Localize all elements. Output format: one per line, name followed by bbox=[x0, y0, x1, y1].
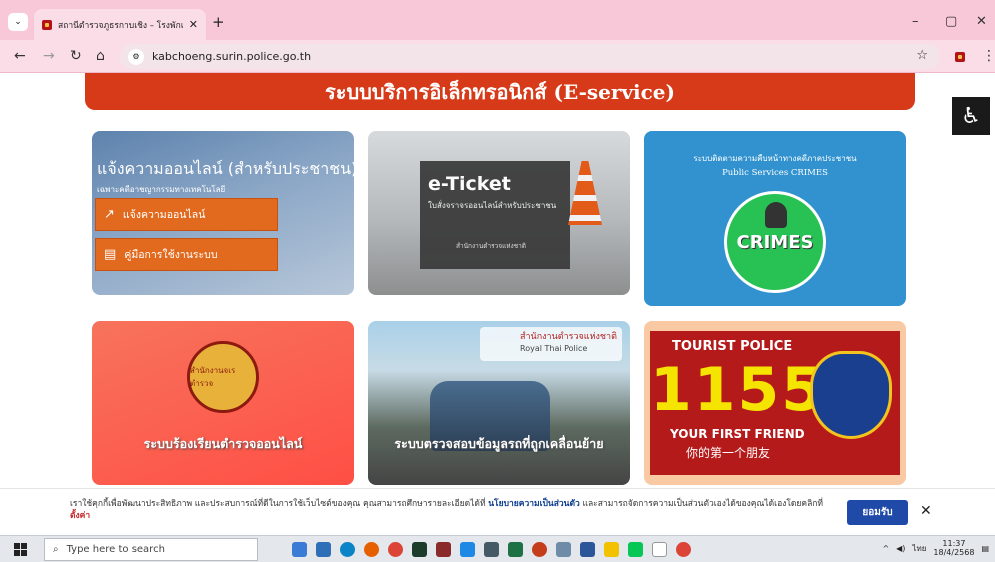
privacy-policy-link[interactable]: นโยบายความเป็นส่วนตัว bbox=[488, 499, 580, 509]
tourist-police-slogan-cn: 你的第一个朋友 bbox=[686, 446, 771, 460]
volume-icon[interactable]: ◀) bbox=[896, 544, 905, 553]
close-tab-icon[interactable]: ✕ bbox=[189, 18, 198, 31]
bookmark-star-icon[interactable]: ☆ bbox=[916, 48, 928, 63]
notepad-app-icon[interactable] bbox=[652, 542, 667, 557]
online-report-button[interactable]: ↗ แจ้งความออนไลน์ bbox=[95, 198, 278, 231]
app-icon-2[interactable] bbox=[436, 542, 451, 557]
cookie-settings-link[interactable]: ตั้งค่า bbox=[70, 511, 90, 521]
powerpoint-app-icon[interactable] bbox=[532, 542, 547, 557]
forward-icon[interactable]: → bbox=[43, 48, 55, 64]
crimes-card[interactable]: ระบบติดตามความคืบหน้าทางคดีภาคประชาชน Pu… bbox=[644, 131, 906, 306]
url-text[interactable]: kabchoeng.surin.police.go.th bbox=[152, 50, 311, 63]
minimize-button[interactable]: – bbox=[912, 14, 919, 29]
windows-start-icon[interactable] bbox=[14, 543, 27, 556]
user-manual-button[interactable]: ▤ คู่มือการใช้งานระบบ bbox=[95, 238, 278, 271]
taskbar-clock[interactable]: 11:37 18/4/2568 bbox=[933, 539, 974, 557]
traffic-cone-image bbox=[568, 161, 602, 225]
online-report-subtitle: เฉพาะคดีอาชญากรรมทางเทคโนโลยี bbox=[97, 185, 226, 194]
home-icon[interactable]: ⌂ bbox=[96, 48, 105, 64]
tourist-police-card[interactable]: TOURIST POLICE 1155 YOUR FIRST FRIEND 你的… bbox=[644, 321, 906, 485]
line-app-icon[interactable] bbox=[628, 542, 643, 557]
crimes-heading: ระบบติดตามความคืบหน้าทางคดีภาคประชาชน bbox=[693, 154, 857, 163]
rtp-badge-en: Royal Thai Police bbox=[520, 343, 588, 353]
reload-icon[interactable]: ↻ bbox=[70, 48, 82, 64]
app-icon-1[interactable] bbox=[412, 542, 427, 557]
app-icon-4[interactable] bbox=[484, 542, 499, 557]
online-report-title: แจ้งความออนไลน์ (สำหรับประชาชน) bbox=[97, 159, 354, 178]
eticket-subtitle: ใบสั่งจราจรออนไลน์สำหรับประชาชน bbox=[428, 201, 557, 210]
app-icon-3[interactable] bbox=[460, 542, 475, 557]
firefox-app-icon[interactable] bbox=[364, 542, 379, 557]
rtp-badge-th: สำนักงานตำรวจแห่งชาติ bbox=[520, 332, 617, 342]
cookie-consent-bar: เราใช้คุกกี้เพื่อพัฒนาประสิทธิภาพ และประ… bbox=[0, 488, 995, 535]
vehicle-check-caption: ระบบตรวจสอบข้อมูลรถที่ถูกเคลื่อนย้าย bbox=[394, 436, 604, 451]
word-app-icon[interactable] bbox=[580, 542, 595, 557]
complaint-caption: ระบบร้องเรียนตำรวจออนไลน์ bbox=[143, 436, 303, 451]
excel-app-icon[interactable] bbox=[508, 542, 523, 557]
notifications-icon[interactable]: ▤ bbox=[981, 544, 989, 553]
complaint-card[interactable]: สำนักงานจเรตำรวจ ระบบร้องเรียนตำรวจออนไล… bbox=[92, 321, 354, 485]
accessibility-icon[interactable]: ♿ bbox=[952, 97, 990, 135]
chrome-active-icon[interactable] bbox=[676, 542, 691, 557]
extension-icon[interactable] bbox=[955, 52, 965, 62]
browser-tab[interactable]: สถานีตำรวจภูธรกาบเชิง – โรงพักแห่ง ✕ bbox=[34, 9, 206, 40]
system-tray: ^ ◀) ไทย 11:37 18/4/2568 ▤ bbox=[882, 539, 989, 557]
browser-menu-icon[interactable]: ⋮ bbox=[982, 48, 995, 64]
online-report-button-label: แจ้งความออนไลน์ bbox=[122, 209, 206, 221]
cookie-text-2: และสามารถจัดการความเป็นส่วนตัวเองได้ของค… bbox=[579, 499, 824, 509]
eticket-panel: e-Ticket ใบสั่งจราจรออนไลน์สำหรับประชาชน… bbox=[420, 161, 570, 269]
taskbar-search-placeholder: Type here to search bbox=[66, 544, 165, 555]
taskbar-search-input[interactable]: ⌕ Type here to search bbox=[44, 538, 258, 561]
tourist-police-title: TOURIST POLICE bbox=[672, 339, 793, 354]
user-manual-button-label: คู่มือการใช้งานระบบ bbox=[124, 249, 218, 261]
zoom-app-icon[interactable] bbox=[292, 542, 307, 557]
file-explorer-icon[interactable] bbox=[604, 542, 619, 557]
close-window-button[interactable]: ✕ bbox=[976, 14, 987, 29]
document-icon: ▤ bbox=[104, 247, 117, 262]
royal-thai-police-badge: สำนักงานตำรวจแห่งชาติ Royal Thai Police bbox=[480, 327, 622, 361]
back-icon[interactable]: ← bbox=[14, 48, 26, 64]
address-bar[interactable]: ⚙ kabchoeng.surin.police.go.th ☆ bbox=[120, 44, 940, 69]
eticket-org: สำนักงานตำรวจแห่งชาติ bbox=[456, 242, 527, 250]
site-info-icon[interactable]: ⚙ bbox=[128, 48, 144, 65]
close-cookie-icon[interactable]: ✕ bbox=[920, 503, 932, 519]
calculator-app-icon[interactable] bbox=[316, 542, 331, 557]
windows-taskbar: ⌕ Type here to search ^ ◀) ไทย 11:37 18/… bbox=[0, 535, 995, 562]
browser-toolbar: ← → ↻ ⌂ ⚙ kabchoeng.surin.police.go.th ☆… bbox=[0, 40, 995, 73]
browser-window: ⌄ สถานีตำรวจภูธรกาบเชิง – โรงพักแห่ง ✕ +… bbox=[0, 0, 995, 562]
eticket-title: e-Ticket bbox=[428, 173, 511, 195]
tourist-police-number: 1155 bbox=[650, 355, 825, 425]
accept-cookies-button[interactable]: ยอมรับ bbox=[847, 500, 908, 525]
external-link-icon: ↗ bbox=[104, 207, 115, 222]
tab-strip: ⌄ สถานีตำรวจภูธรกาบเชิง – โรงพักแห่ง ✕ +… bbox=[0, 0, 995, 40]
clock-time: 11:37 bbox=[942, 539, 966, 548]
online-report-card: แจ้งความออนไลน์ (สำหรับประชาชน) เฉพาะคดี… bbox=[92, 131, 354, 295]
officer-silhouette-icon bbox=[765, 202, 787, 228]
crimes-logo: CRIMES bbox=[724, 191, 826, 293]
new-tab-button[interactable]: + bbox=[212, 13, 225, 31]
tourist-police-slogan: YOUR FIRST FRIEND bbox=[670, 427, 805, 441]
tourist-police-panel: TOURIST POLICE 1155 YOUR FIRST FRIEND 你的… bbox=[650, 331, 900, 475]
web-page: ระบบบริการอิเล็กทรอนิกส์ (E-service) ♿ แ… bbox=[0, 73, 995, 535]
tourist-police-badge-icon bbox=[810, 351, 892, 439]
eticket-card[interactable]: e-Ticket ใบสั่งจราจรออนไลน์สำหรับประชาชน… bbox=[368, 131, 630, 295]
crimes-subheading: Public Services CRIMES bbox=[722, 168, 828, 178]
crimes-logo-text: CRIMES bbox=[736, 232, 814, 253]
tab-title: สถานีตำรวจภูธรกาบเชิง – โรงพักแห่ง bbox=[58, 20, 183, 31]
vehicle-check-card[interactable]: สำนักงานตำรวจแห่งชาติ Royal Thai Police … bbox=[368, 321, 630, 485]
cookie-message: เราใช้คุกกี้เพื่อพัฒนาประสิทธิภาพ และประ… bbox=[70, 498, 830, 523]
inspector-general-seal: สำนักงานจเรตำรวจ bbox=[187, 341, 259, 413]
search-icon: ⌕ bbox=[53, 544, 59, 555]
cookie-text-1: เราใช้คุกกี้เพื่อพัฒนาประสิทธิภาพ และประ… bbox=[70, 499, 489, 509]
app-icon-5[interactable] bbox=[556, 542, 571, 557]
site-favicon-icon bbox=[42, 19, 52, 30]
eservice-banner: ระบบบริการอิเล็กทรอนิกส์ (E-service) bbox=[85, 73, 915, 110]
tray-chevron-icon[interactable]: ^ bbox=[882, 544, 889, 553]
chrome-app-icon[interactable] bbox=[388, 542, 403, 557]
tab-search-button[interactable]: ⌄ bbox=[8, 13, 28, 31]
clock-date: 18/4/2568 bbox=[933, 548, 975, 558]
maximize-button[interactable]: ▢ bbox=[945, 14, 957, 29]
language-indicator[interactable]: ไทย bbox=[912, 542, 926, 555]
edge-app-icon[interactable] bbox=[340, 542, 355, 557]
